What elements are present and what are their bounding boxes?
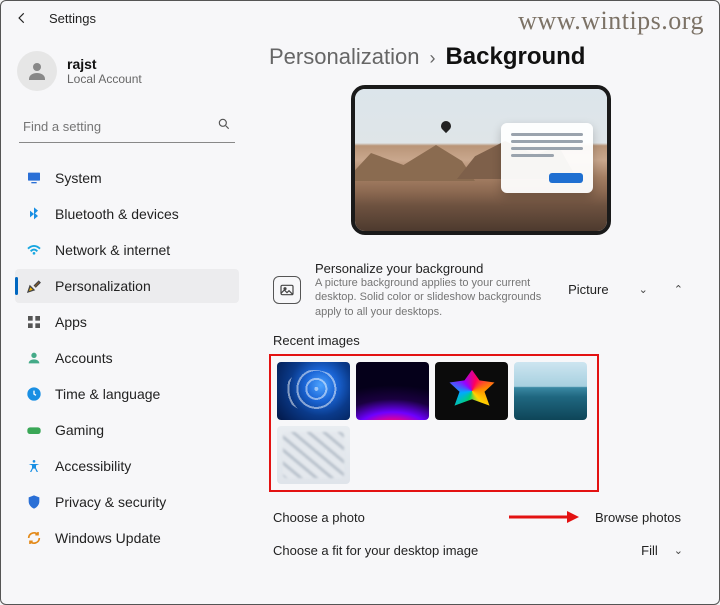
choose-photo-label: Choose a photo [273,510,509,525]
gaming-icon [25,421,43,439]
nav-label: Windows Update [55,530,161,546]
nav-apps[interactable]: Apps [15,305,239,339]
breadcrumb-current: Background [445,43,585,71]
nav-label: Accounts [55,350,113,366]
account-name: rajst [67,56,142,72]
picture-icon [273,276,301,304]
search-icon [217,117,231,136]
account-type: Local Account [67,72,142,86]
nav-label: Privacy & security [55,494,166,510]
nav-system[interactable]: System [15,161,239,195]
recent-image-1[interactable] [277,362,350,420]
choose-fit-row[interactable]: Choose a fit for your desktop image Fill… [269,537,693,566]
background-type-select[interactable]: Picture [568,282,618,297]
system-icon [25,169,43,187]
main-content: Personalization › Background P [251,35,719,604]
search-box[interactable] [19,113,235,143]
recent-image-2[interactable] [356,362,429,420]
chevron-down-icon[interactable]: ⌄ [668,544,689,557]
browse-photos-button[interactable]: Browse photos [587,506,689,529]
background-preview [351,85,611,235]
breadcrumb: Personalization › Background [269,43,693,71]
time-icon [25,385,43,403]
nav-time[interactable]: Time & language [15,377,239,411]
personalize-title: Personalize your background [315,261,554,276]
chevron-up-icon[interactable]: ⌃ [668,283,689,296]
nav-label: Time & language [55,386,160,402]
nav-bluetooth[interactable]: Bluetooth & devices [15,197,239,231]
breadcrumb-parent[interactable]: Personalization [269,44,419,70]
nav-update[interactable]: Windows Update [15,521,239,555]
nav-label: Personalization [55,278,151,294]
preview-widget [501,123,593,193]
account-block[interactable]: rajst Local Account [15,45,239,109]
settings-window: Settings rajst Local Account [0,0,720,605]
avatar [17,51,57,91]
nav-gaming[interactable]: Gaming [15,413,239,447]
recent-image-3[interactable] [435,362,508,420]
search-input[interactable] [23,119,217,134]
nav-network[interactable]: Network & internet [15,233,239,267]
nav-label: Bluetooth & devices [55,206,179,222]
chevron-down-icon[interactable]: ⌄ [633,283,654,296]
nav-personalization[interactable]: Personalization [15,269,239,303]
nav-privacy[interactable]: Privacy & security [15,485,239,519]
window-title: Settings [49,11,96,26]
accessibility-icon [25,457,43,475]
back-button[interactable] [13,9,31,27]
choose-fit-label: Choose a fit for your desktop image [273,543,641,558]
nav-accessibility[interactable]: Accessibility [15,449,239,483]
shield-icon [25,493,43,511]
nav-label: System [55,170,102,186]
nav-label: Accessibility [55,458,131,474]
sidebar: rajst Local Account System Bluetooth & d… [1,35,251,604]
nav-list: System Bluetooth & devices Network & int… [15,161,239,555]
bluetooth-icon [25,205,43,223]
recent-images-label: Recent images [273,333,693,348]
nav-label: Network & internet [55,242,170,258]
network-icon [25,241,43,259]
titlebar: Settings [1,1,719,35]
nav-label: Apps [55,314,87,330]
annotation-arrow-icon [509,510,579,524]
personalize-background-row[interactable]: Personalize your background A picture ba… [269,253,693,327]
apps-icon [25,313,43,331]
choose-photo-row: Choose a photo Browse photos [269,492,693,537]
recent-image-4[interactable] [514,362,587,420]
update-icon [25,529,43,547]
nav-label: Gaming [55,422,104,438]
recent-images-grid [269,354,599,492]
recent-image-5[interactable] [277,426,350,484]
nav-accounts[interactable]: Accounts [15,341,239,375]
accounts-icon [25,349,43,367]
breadcrumb-sep: › [429,48,435,69]
fit-select[interactable]: Fill [641,543,668,558]
personalization-icon [25,277,43,295]
personalize-desc: A picture background applies to your cur… [315,276,554,319]
